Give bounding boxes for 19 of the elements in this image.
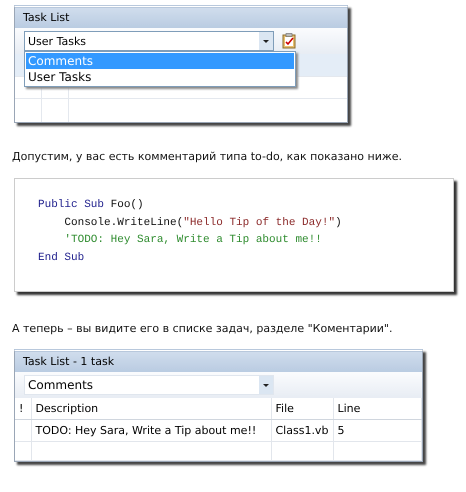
- code-line: 'TODO: Hey Sara, Write a Tip about me!!: [63, 233, 322, 248]
- filter-dropdown[interactable]: User Tasks: [24, 31, 274, 51]
- table-cell: TODO: Hey Sara, Write a Tip about me!!: [31, 420, 271, 442]
- column-header[interactable]: Line: [333, 398, 422, 420]
- table-cell: 5: [333, 420, 422, 442]
- code-line: End Sub: [38, 250, 84, 266]
- column-header[interactable]: !: [15, 398, 31, 420]
- code-line: Public Sub Foo(): [38, 198, 144, 213]
- filter-dropdown[interactable]: Comments: [24, 375, 274, 395]
- paragraph: Допустим, у вас есть комментарий типа to-do, как показано ниже.: [12, 150, 402, 163]
- paragraph: А теперь – вы видите его в списке задач, разделе "Коментарии".: [12, 322, 392, 335]
- table-cell: Class1.vb: [271, 420, 333, 442]
- column-header[interactable]: Description: [31, 398, 271, 420]
- column-header[interactable]: File: [271, 398, 333, 420]
- clipboard-check-icon[interactable]: [282, 33, 296, 49]
- dropdown-option[interactable]: User Tasks: [26, 69, 294, 85]
- panel-title: Task List - 1 task: [15, 352, 422, 372]
- code-line: Console.WriteLine("Hello Tip of the Day!"): [63, 216, 342, 230]
- panel-title: Task List: [15, 8, 347, 28]
